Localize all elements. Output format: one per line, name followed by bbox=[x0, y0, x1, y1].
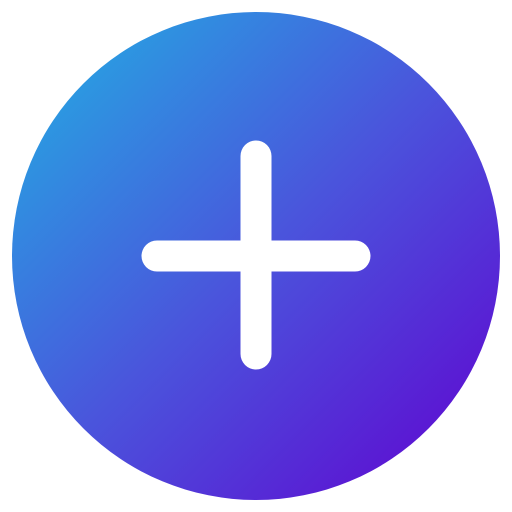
canvas bbox=[0, 0, 512, 512]
add-button[interactable] bbox=[12, 12, 500, 500]
plus-icon bbox=[141, 140, 371, 370]
